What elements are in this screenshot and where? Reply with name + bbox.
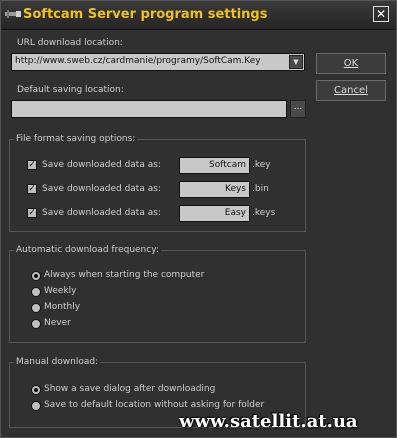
format-name-field-1[interactable]: Softcam [179, 157, 250, 174]
format-checkbox-2[interactable]: ✓ [27, 184, 37, 194]
radio-never[interactable] [31, 319, 41, 329]
cancel-button[interactable]: Cancel [316, 80, 386, 101]
manual-download-title: Manual download: [14, 357, 101, 367]
format-ext-3: .keys [252, 208, 276, 218]
url-value: http://www.sweb.cz/cardmanie/programy/So… [15, 56, 261, 66]
radio-never-label: Never [44, 318, 71, 328]
format-ext-1: .key [252, 160, 271, 170]
url-label: URL download location: [17, 38, 123, 48]
radio-weekly[interactable] [31, 287, 41, 297]
file-format-group: File format saving options: ✓ Save downl… [9, 134, 306, 232]
saving-location-field[interactable] [11, 100, 287, 118]
format-ext-2: .bin [252, 184, 269, 194]
format-label-1: Save downloaded data as: [42, 160, 161, 170]
saving-location-label: Default saving location: [17, 85, 124, 95]
format-name-field-2[interactable]: Keys [179, 181, 250, 198]
watermark: www.satellit.at.ua [179, 411, 358, 432]
close-icon[interactable]: ✕ [373, 6, 389, 22]
radio-show-save-dialog-label: Show a save dialog after downloading [44, 384, 216, 394]
url-combobox[interactable]: http://www.sweb.cz/cardmanie/programy/So… [11, 53, 305, 71]
title-bar: Softcam Server program settings ✕ [1, 1, 396, 30]
radio-monthly-label: Monthly [44, 302, 81, 312]
auto-download-title: Automatic download frequency: [14, 245, 161, 255]
format-label-2: Save downloaded data as: [42, 184, 161, 194]
radio-save-default-label: Save to default location without asking … [44, 400, 265, 410]
browse-button[interactable]: ... [290, 100, 306, 118]
radio-always-label: Always when starting the computer [44, 270, 205, 280]
format-checkbox-1[interactable]: ✓ [27, 160, 37, 170]
radio-save-default[interactable] [31, 401, 41, 411]
radio-always[interactable] [31, 271, 41, 281]
radio-show-save-dialog[interactable] [31, 385, 41, 395]
auto-download-group: Automatic download frequency: Always whe… [9, 245, 306, 343]
file-format-title: File format saving options: [14, 134, 138, 144]
satellite-dish-icon [5, 10, 21, 18]
ok-button[interactable]: OK [316, 53, 386, 74]
format-label-3: Save downloaded data as: [42, 208, 161, 218]
radio-monthly[interactable] [31, 303, 41, 313]
radio-weekly-label: Weekly [44, 286, 77, 296]
settings-dialog: Softcam Server program settings ✕ URL do… [0, 0, 397, 438]
window-title: Softcam Server program settings [23, 7, 268, 22]
format-checkbox-3[interactable]: ✓ [27, 208, 37, 218]
chevron-down-icon[interactable]: ▼ [289, 55, 303, 69]
format-name-field-3[interactable]: Easy [179, 205, 250, 222]
